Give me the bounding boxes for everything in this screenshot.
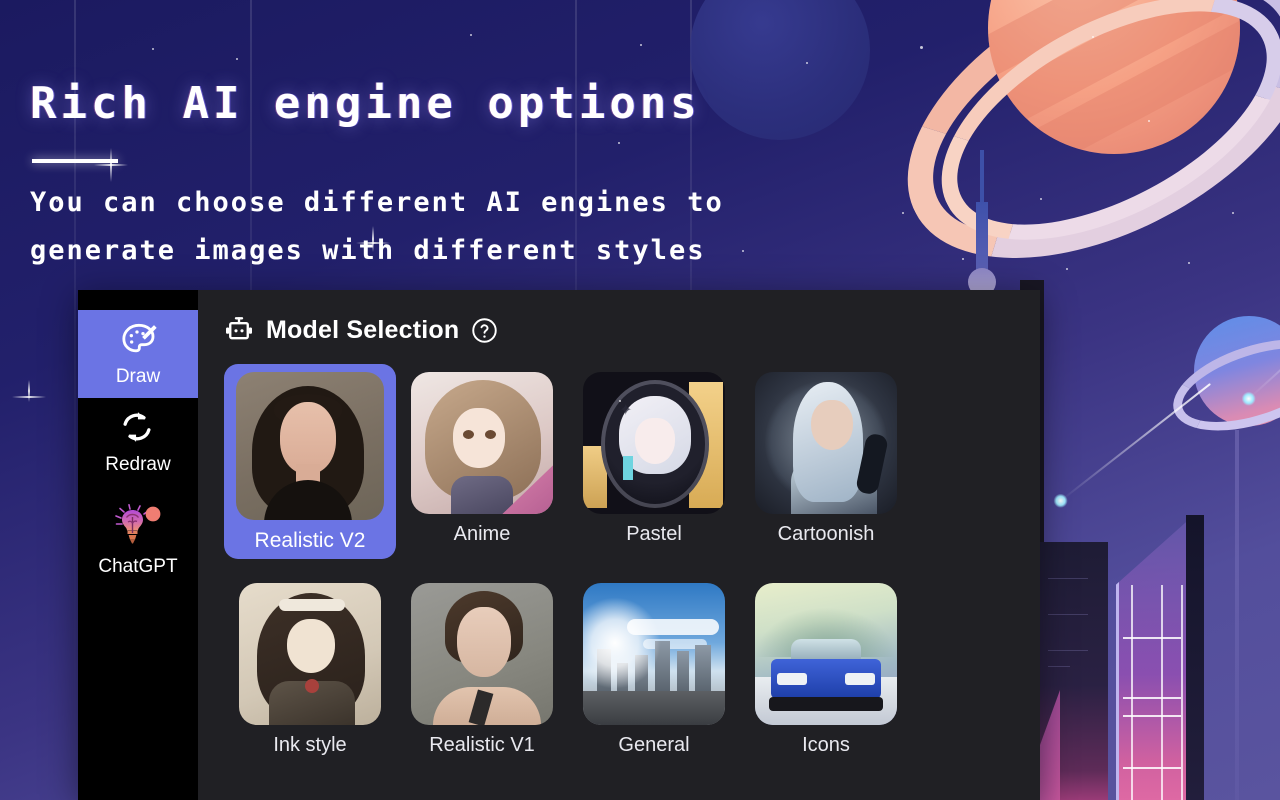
model-card-general[interactable]: General bbox=[568, 575, 740, 763]
model-thumbnail: ✦ bbox=[583, 372, 725, 514]
model-card-anime[interactable]: Anime bbox=[396, 364, 568, 559]
space-tower bbox=[960, 150, 1004, 312]
model-card-pastel[interactable]: ✦ Pastel bbox=[568, 364, 740, 559]
refresh-icon bbox=[118, 408, 158, 448]
robot-icon bbox=[224, 315, 254, 345]
sidebar-item-label: Draw bbox=[115, 366, 161, 387]
saturn-planet bbox=[859, 0, 1280, 320]
model-card-ink-style[interactable]: Ink style bbox=[224, 575, 396, 763]
model-card-label: Pastel bbox=[626, 523, 682, 545]
sparkle bbox=[12, 380, 46, 402]
model-thumbnail bbox=[411, 583, 553, 725]
sidebar-item-label: Redraw bbox=[105, 454, 171, 475]
sidebar-item-label: ChatGPT bbox=[98, 556, 178, 577]
model-thumbnail bbox=[755, 372, 897, 514]
sidebar-item-redraw[interactable]: Redraw bbox=[78, 398, 198, 486]
palette-icon bbox=[118, 320, 158, 360]
subtitle-line-1: You can choose different AI engines to bbox=[30, 187, 724, 218]
model-card-label: Anime bbox=[453, 523, 511, 545]
model-thumbnail bbox=[236, 372, 384, 520]
model-grid: Realistic V2 Anime Pastel Cartoonish Ink… bbox=[224, 364, 1018, 763]
lightbulb-brain-icon bbox=[112, 504, 164, 550]
sidebar-item-chatgpt[interactable]: ChatGPT bbox=[78, 486, 198, 596]
model-thumbnail bbox=[411, 372, 553, 514]
model-thumbnail bbox=[583, 583, 725, 725]
model-card-label: Realistic V1 bbox=[429, 734, 535, 756]
model-card-label: General bbox=[618, 734, 690, 756]
city-glass-tower bbox=[1116, 515, 1194, 800]
panel-header: Model Selection bbox=[224, 308, 1018, 352]
model-card-realistic-v1[interactable]: Realistic V1 bbox=[396, 575, 568, 763]
model-thumbnail bbox=[755, 583, 897, 725]
question-circle-icon[interactable] bbox=[471, 317, 498, 344]
app-window: Draw Redraw ChatGPT Model Selection Real… bbox=[78, 290, 1040, 800]
hero-text-block: Rich AI engine options You can choose di… bbox=[30, 78, 870, 275]
model-card-label: Icons bbox=[802, 734, 850, 756]
model-card-realistic-v2[interactable]: Realistic V2 bbox=[224, 364, 396, 559]
sidebar: Draw Redraw ChatGPT bbox=[78, 290, 198, 800]
model-card-cartoonish[interactable]: Cartoonish bbox=[740, 364, 912, 559]
sidebar-item-draw[interactable]: Draw bbox=[78, 310, 198, 398]
page-subtitle: You can choose different AI engines to g… bbox=[30, 179, 870, 275]
model-card-icons[interactable]: Icons bbox=[740, 575, 912, 763]
title-divider bbox=[32, 159, 118, 163]
model-thumbnail bbox=[239, 583, 381, 725]
page-title: Rich AI engine options bbox=[30, 78, 701, 129]
panel-title: Model Selection bbox=[266, 315, 460, 344]
model-card-label: Cartoonish bbox=[777, 523, 875, 545]
subtitle-line-2: generate images with different styles bbox=[30, 235, 706, 266]
main-content: Model Selection Realistic V2 Anime Paste… bbox=[198, 290, 1040, 800]
model-card-label: Ink style bbox=[273, 734, 347, 756]
model-card-label: Realistic V2 bbox=[254, 529, 366, 552]
